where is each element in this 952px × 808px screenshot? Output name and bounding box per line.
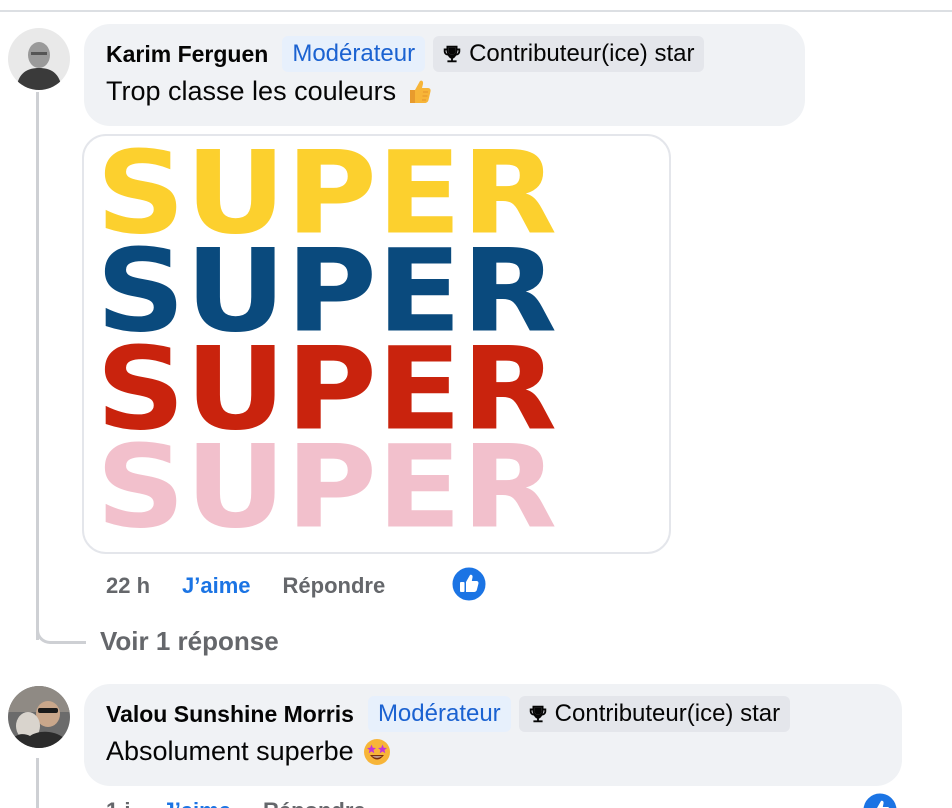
thumbs-up-icon <box>404 77 434 107</box>
super-row-pink: SUPER <box>84 421 669 554</box>
star-struck-emoji-icon <box>362 737 392 767</box>
comment-header: Valou Sunshine Morris Modérateur Contrib… <box>106 696 791 732</box>
comment-bubble: Karim Ferguen Modérateur Contributeur(ic… <box>84 24 805 126</box>
thread-connector <box>36 612 86 644</box>
comment-text-content: Absolument superbe <box>106 736 354 766</box>
comment-text: Absolument superbe <box>106 736 392 767</box>
top-divider <box>0 10 952 12</box>
author-name[interactable]: Valou Sunshine Morris <box>106 701 354 728</box>
comment-header: Karim Ferguen Modérateur Contributeur(ic… <box>106 36 705 72</box>
author-name[interactable]: Karim Ferguen <box>106 41 268 68</box>
comment-actions: 1 j J’aime Répondre <box>106 796 366 808</box>
like-reaction-icon[interactable] <box>451 566 487 602</box>
comment-actions: 22 h J’aime Répondre <box>106 568 385 604</box>
moderator-badge[interactable]: Modérateur <box>367 696 511 732</box>
like-button[interactable]: J’aime <box>182 573 251 599</box>
moderator-badge[interactable]: Modérateur <box>282 36 426 72</box>
avatar[interactable] <box>8 28 70 90</box>
thread-line <box>36 758 39 808</box>
avatar[interactable] <box>8 686 70 748</box>
comment-text-content: Trop classe les couleurs <box>106 76 397 106</box>
trophy-icon <box>529 705 546 723</box>
comment-image-super[interactable]: SUPER SUPER SUPER SUPER <box>82 134 671 554</box>
star-badge-label: Contributeur(ice) star <box>554 700 781 727</box>
like-button[interactable]: J’aime <box>162 798 231 808</box>
comment-timestamp[interactable]: 1 j <box>106 798 130 808</box>
view-replies-link[interactable]: Voir 1 réponse <box>100 626 279 657</box>
star-contributor-badge[interactable]: Contributeur(ice) star <box>433 36 705 72</box>
super-text: SUPER <box>96 421 558 554</box>
star-badge-label: Contributeur(ice) star <box>469 40 695 67</box>
comment-bubble: Valou Sunshine Morris Modérateur Contrib… <box>84 684 902 786</box>
reply-button[interactable]: Répondre <box>263 798 366 808</box>
star-contributor-badge[interactable]: Contributeur(ice) star <box>518 696 791 732</box>
trophy-icon <box>443 45 461 63</box>
reply-button[interactable]: Répondre <box>283 573 386 599</box>
comment-timestamp[interactable]: 22 h <box>106 573 150 599</box>
thread-line <box>36 92 39 640</box>
comment-text: Trop classe les couleurs <box>106 76 434 107</box>
like-reaction-icon[interactable] <box>862 792 898 808</box>
